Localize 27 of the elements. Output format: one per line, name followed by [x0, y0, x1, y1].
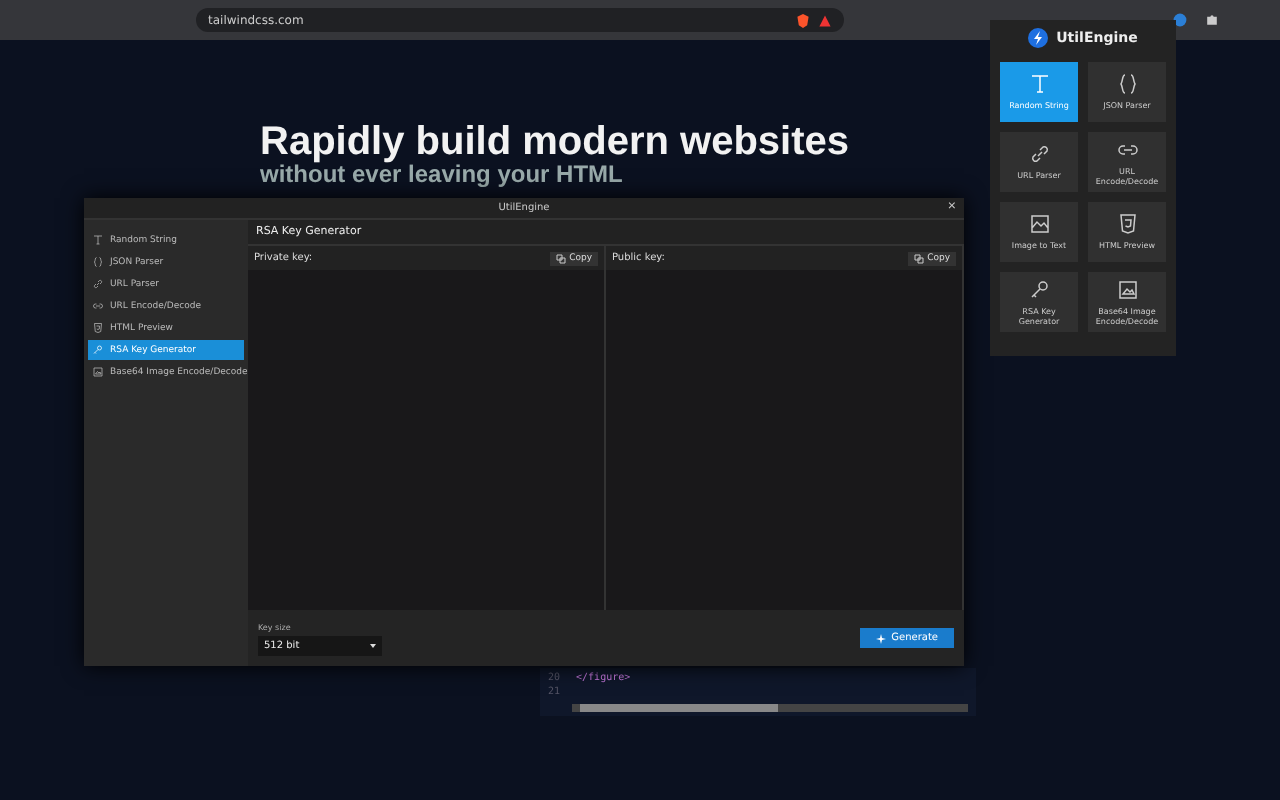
copy-icon [913, 253, 924, 263]
html5-icon [1115, 212, 1139, 237]
key-icon [1027, 278, 1051, 302]
headline: without ever leaving your HTML [260, 162, 623, 186]
link-icon [92, 278, 104, 290]
braces-icon [92, 256, 104, 268]
html5-icon [92, 322, 104, 334]
chain-icon [92, 300, 104, 312]
shield-icon[interactable] [796, 13, 810, 27]
logo-icon [1028, 28, 1049, 48]
triangle-icon[interactable] [818, 13, 832, 27]
picture-frame-icon [92, 366, 104, 378]
extension-icon[interactable] [1172, 12, 1188, 28]
link-icon [1027, 142, 1051, 167]
key-icon [92, 344, 104, 356]
text-icon [92, 234, 104, 246]
image-icon [1027, 212, 1051, 237]
braces-icon [1115, 72, 1139, 97]
caret-icon [370, 643, 376, 647]
sparkle-icon [875, 633, 886, 643]
picture-frame-icon [1115, 278, 1139, 302]
text-icon [1027, 72, 1051, 97]
headline: Rapidly build modern websites [260, 124, 849, 162]
copy-icon [555, 253, 566, 263]
scrollbar[interactable] [572, 704, 968, 712]
key-output-field[interactable] [248, 270, 604, 610]
key-output-field[interactable] [606, 270, 962, 610]
